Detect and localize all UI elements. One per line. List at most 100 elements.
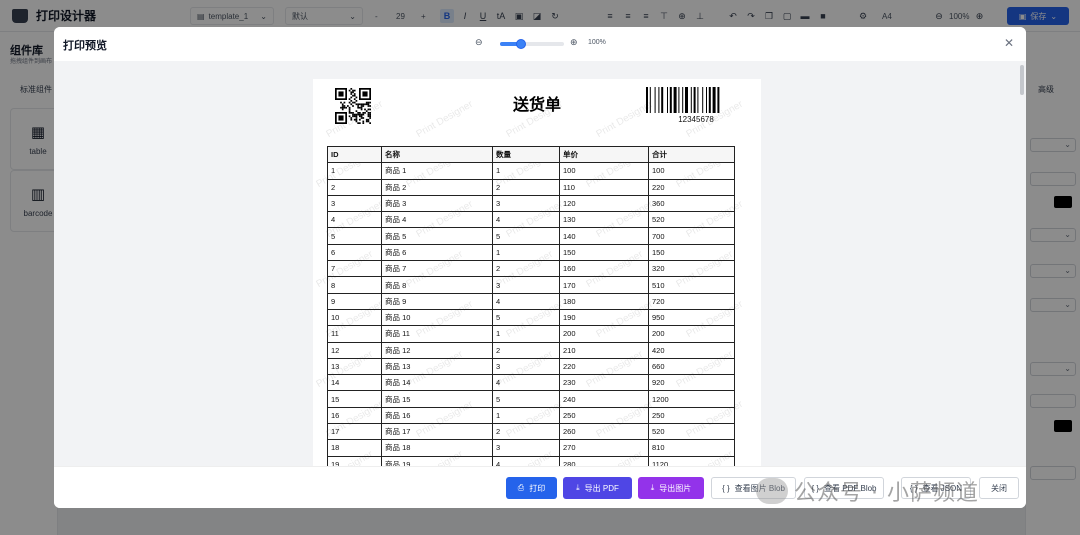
table-cell: 4 xyxy=(492,374,560,392)
table-cell: 210 xyxy=(559,341,649,359)
table-cell: 9 xyxy=(327,292,382,310)
table-cell: 5 xyxy=(492,390,560,408)
table-cell: 1200 xyxy=(648,390,735,408)
table-cell: 270 xyxy=(559,439,649,457)
barcode xyxy=(646,87,720,113)
table-cell: 8 xyxy=(327,276,382,294)
table-cell: 510 xyxy=(648,276,735,294)
table-cell: 14 xyxy=(327,374,382,392)
table-row: 7 商品 7 2 160 320 xyxy=(327,260,735,278)
table-cell: 320 xyxy=(648,260,735,278)
dialog-title: 打印预览 xyxy=(63,40,107,52)
table-cell: 950 xyxy=(648,308,735,327)
table-header-cell: 数量 xyxy=(492,145,560,164)
table-cell: 4 xyxy=(492,211,560,229)
items-table: ID 名称 数量 单价 合计 1 商品 1 1 100 100 2 商品 2 2 110 220 3 商品 3… xyxy=(327,145,735,466)
download-icon: ⤓ xyxy=(576,483,580,492)
table-cell: 15 xyxy=(327,390,382,408)
table-header-cell: ID xyxy=(327,145,382,164)
table-cell: 7 xyxy=(327,260,382,278)
table-cell: 商品 16 xyxy=(381,406,493,425)
table-cell: 2 xyxy=(492,178,560,196)
table-row: 16 商品 16 1 250 250 xyxy=(327,406,735,425)
table-row: 9 商品 9 4 180 720 xyxy=(327,292,735,310)
table-cell: 11 xyxy=(327,325,382,343)
table-cell: 180 xyxy=(559,292,649,310)
table-cell: 160 xyxy=(559,260,649,278)
dialog-header: 打印预览 ⊖ ⊕ 100% ✕ xyxy=(54,27,1026,61)
table-cell: 3 xyxy=(492,276,560,294)
print-preview-dialog: 打印预览 ⊖ ⊕ 100% ✕ Print DesignerPrint Desi… xyxy=(54,27,1026,508)
table-cell: 4 xyxy=(327,211,382,229)
table-cell: 商品 19 xyxy=(381,455,493,466)
table-header-cell: 名称 xyxy=(381,145,493,164)
table-cell: 商品 4 xyxy=(381,211,493,229)
table-cell: 商品 17 xyxy=(381,423,493,441)
table-cell: 商品 8 xyxy=(381,276,493,294)
table-cell: 商品 5 xyxy=(381,227,493,245)
table-cell: 4 xyxy=(492,292,560,310)
table-cell: 1 xyxy=(492,162,560,180)
table-row: 18 商品 18 3 270 810 xyxy=(327,439,735,457)
table-cell: 130 xyxy=(559,211,649,229)
table-cell: 19 xyxy=(327,455,382,466)
table-cell: 250 xyxy=(648,406,735,425)
print-button[interactable]: ⎙ 打印 xyxy=(506,477,557,499)
table-row: 1 商品 1 1 100 100 xyxy=(327,162,735,180)
download-icon: ⤓ xyxy=(650,483,655,492)
table-row: 10 商品 10 5 190 950 xyxy=(327,308,735,327)
table-row: 19 商品 19 4 280 1120 xyxy=(327,455,735,466)
table-cell: 2 xyxy=(327,178,382,196)
table-cell: 920 xyxy=(648,374,735,392)
zoom-in-icon[interactable]: ⊕ xyxy=(570,37,578,48)
table-row: 8 商品 8 3 170 510 xyxy=(327,276,735,294)
table-cell: 700 xyxy=(648,227,735,245)
close-button[interactable]: 关闭 xyxy=(979,477,1019,499)
table-cell: 260 xyxy=(559,423,649,441)
table-cell: 100 xyxy=(559,162,649,180)
table-cell: 230 xyxy=(559,374,649,392)
table-row: 5 商品 5 5 140 700 xyxy=(327,227,735,245)
table-cell: 2 xyxy=(492,260,560,278)
print-page: Print DesignerPrint DesignerPrint Design… xyxy=(313,79,761,466)
table-cell: 3 xyxy=(492,439,560,457)
table-row: 2 商品 2 2 110 220 xyxy=(327,178,735,196)
table-cell: 16 xyxy=(327,406,382,425)
table-cell: 3 xyxy=(327,194,382,213)
table-cell: 商品 3 xyxy=(381,194,493,213)
zoom-out-icon[interactable]: ⊖ xyxy=(475,37,483,48)
table-cell: 商品 13 xyxy=(381,357,493,376)
close-button-label: 关闭 xyxy=(991,483,1007,493)
table-cell: 190 xyxy=(559,308,649,327)
table-cell: 5 xyxy=(492,227,560,245)
table-cell: 3 xyxy=(492,194,560,213)
table-row: 6 商品 6 1 150 150 xyxy=(327,243,735,262)
table-cell: 110 xyxy=(559,178,649,196)
table-cell: 12 xyxy=(327,341,382,359)
printer-icon: ⎙ xyxy=(517,483,525,492)
table-row: 12 商品 12 2 210 420 xyxy=(327,341,735,359)
table-cell: 200 xyxy=(559,325,649,343)
table-cell: 3 xyxy=(492,357,560,376)
zoom-slider[interactable] xyxy=(500,39,564,49)
table-cell: 520 xyxy=(648,211,735,229)
table-cell: 150 xyxy=(559,243,649,262)
table-cell: 1 xyxy=(327,162,382,180)
table-cell: 商品 18 xyxy=(381,439,493,457)
vertical-scrollbar[interactable] xyxy=(1020,65,1024,95)
zoom-slider-thumb[interactable] xyxy=(516,39,527,49)
table-cell: 220 xyxy=(559,357,649,376)
preview-scroll-area[interactable]: Print DesignerPrint DesignerPrint Design… xyxy=(54,61,1026,466)
table-cell: 360 xyxy=(648,194,735,213)
print-button-label: 打印 xyxy=(529,483,546,493)
table-cell: 170 xyxy=(559,276,649,294)
table-cell: 120 xyxy=(559,194,649,213)
export-pdf-button[interactable]: ⤓ 导出 PDF xyxy=(563,477,632,499)
export-image-button[interactable]: ⤓ 导出图片 xyxy=(638,477,704,499)
table-cell: 520 xyxy=(648,423,735,441)
brand-watermark: 公众号 · 小萨频道 xyxy=(756,473,979,509)
table-cell: 5 xyxy=(327,227,382,245)
table-cell: 商品 12 xyxy=(381,341,493,359)
close-icon[interactable]: ✕ xyxy=(1004,36,1014,50)
table-cell: 810 xyxy=(648,439,735,457)
